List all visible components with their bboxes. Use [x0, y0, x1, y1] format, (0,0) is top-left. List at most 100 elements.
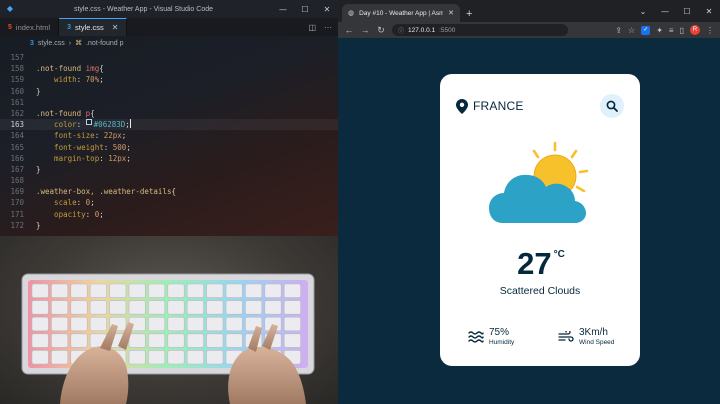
code-line: 158 .not-found img{	[0, 63, 338, 74]
humidity-value: 75%	[489, 327, 510, 338]
keycap	[148, 283, 166, 298]
color-swatch[interactable]	[85, 119, 92, 126]
keycap	[167, 350, 185, 365]
keyboard-photo	[21, 273, 315, 404]
search-button[interactable]	[600, 94, 624, 118]
browser-tab-title: Day #10 - Weather App | AsmrP	[359, 9, 444, 17]
weather-description: Scattered Clouds	[499, 285, 581, 297]
browser-window: ◍ Day #10 - Weather App | AsmrP ✕ + ⌄ — …	[338, 0, 720, 404]
search-box: FRANCE	[456, 94, 624, 118]
keycap	[148, 350, 166, 365]
css-file-icon: 3	[30, 39, 34, 47]
profile-avatar[interactable]: R	[690, 25, 700, 35]
line-number: 166	[10, 153, 24, 163]
vscode-window: ◆ style.css - Weather App - Visual Studi…	[0, 0, 338, 236]
list-icon[interactable]: ≡	[669, 26, 674, 35]
tab-label: index.html	[15, 22, 51, 32]
breadcrumb-file[interactable]: style.css	[38, 40, 65, 47]
weather-card: FRANCE 27 °C Scattered Clouds 75% Humidi…	[440, 74, 640, 366]
split-editor-icon[interactable]: ◫	[308, 23, 316, 32]
vscode-titlebar: ◆ style.css - Weather App - Visual Studi…	[0, 0, 338, 18]
keycap	[70, 283, 88, 298]
puzzle-icon[interactable]: ✦	[656, 26, 663, 35]
tab-style-css[interactable]: 3 style.css ✕	[59, 18, 128, 36]
close-tab-icon[interactable]: ✕	[448, 9, 454, 17]
keycap	[31, 283, 49, 298]
code-line: 171 opacity: 0;	[0, 209, 338, 220]
page-viewport: FRANCE 27 °C Scattered Clouds 75% Humidi…	[338, 38, 720, 404]
keycap	[128, 300, 146, 315]
temperature: 27 °C	[440, 246, 640, 282]
keycap	[128, 283, 146, 298]
code-line: 167}	[0, 164, 338, 175]
keycap	[186, 333, 204, 348]
line-number: 164	[10, 131, 24, 141]
line-number: 163	[10, 120, 24, 130]
reload-icon[interactable]: ↻	[376, 25, 386, 36]
code-editor[interactable]: 157 158 .not-found img{ 159 width: 70%; 1…	[0, 50, 338, 231]
code-line: 160}	[0, 86, 338, 97]
code-line: 159 width: 70%;	[0, 74, 338, 85]
html-file-icon: 5	[8, 23, 12, 31]
search-icon	[606, 100, 618, 112]
keycap	[167, 333, 185, 348]
new-tab-button[interactable]: +	[466, 8, 472, 20]
tab-index-html[interactable]: 5 index.html	[0, 18, 60, 36]
chevron-down-icon[interactable]: ⌄	[632, 7, 654, 16]
humidity-waves-icon	[468, 331, 484, 343]
line-number: 161	[10, 97, 24, 107]
browser-tab[interactable]: ◍ Day #10 - Weather App | AsmrP ✕	[342, 4, 460, 22]
menu-icon[interactable]: ⋮	[706, 26, 714, 35]
keycap	[51, 300, 69, 315]
keycap	[225, 283, 243, 298]
browser-actions: ⇪ ☆ ✓ ✦ ≡ ▯ R ⋮	[615, 25, 714, 35]
vscode-window-title: style.css - Weather App - Visual Studio …	[73, 5, 214, 13]
code-line: 165 font-weight: 500;	[0, 142, 338, 153]
keycap	[51, 350, 69, 365]
maximize-icon[interactable]: ☐	[294, 5, 316, 14]
globe-icon: ◍	[348, 10, 355, 17]
close-icon[interactable]: ✕	[698, 7, 720, 16]
keycap	[206, 300, 224, 315]
wind-detail: 3Km/h Wind Speed	[558, 327, 614, 347]
maximize-icon[interactable]: ☐	[676, 7, 698, 16]
keycap	[109, 283, 127, 298]
minimize-icon[interactable]: —	[272, 5, 294, 14]
address-bar[interactable]: ⓘ 127.0.0.1:5500	[392, 24, 568, 36]
code-line: 169 .weather-box, .weather-details{	[0, 186, 338, 197]
close-tab-icon[interactable]: ✕	[112, 23, 119, 32]
back-icon[interactable]: ←	[344, 25, 354, 35]
sidebar-icon[interactable]: ▯	[680, 26, 684, 35]
star-icon[interactable]: ☆	[628, 26, 635, 35]
keycap	[186, 350, 204, 365]
keycap	[51, 333, 69, 348]
keycap	[206, 350, 224, 365]
more-actions-icon[interactable]: ···	[324, 23, 332, 32]
keycap	[186, 300, 204, 315]
keycap	[148, 300, 166, 315]
browser-tab-strip: ◍ Day #10 - Weather App | AsmrP ✕ + ⌄ — …	[338, 0, 720, 22]
extension-icon[interactable]: ✓	[641, 25, 651, 35]
temperature-value: 27	[517, 246, 552, 281]
breadcrumb-selector[interactable]: .not-found p	[86, 40, 123, 47]
keycap	[206, 333, 224, 348]
line-number: 170	[10, 198, 24, 208]
keycap	[283, 300, 301, 315]
keyboard-webcam-view	[0, 236, 338, 404]
code-line: 168	[0, 175, 338, 186]
minimize-icon[interactable]: —	[654, 7, 676, 16]
keycap	[283, 316, 301, 332]
keycap	[70, 316, 88, 332]
keycap	[225, 316, 243, 332]
line-number: 168	[10, 176, 24, 186]
location-input[interactable]: FRANCE	[473, 99, 524, 113]
share-icon[interactable]: ⇪	[615, 26, 622, 35]
close-icon[interactable]: ✕	[316, 5, 338, 14]
keycap	[186, 316, 204, 332]
wind-icon	[558, 331, 574, 342]
humidity-detail: 75% Humidity	[468, 327, 514, 347]
keycap	[167, 283, 185, 298]
temperature-unit: °C	[553, 249, 565, 260]
forward-icon[interactable]: →	[360, 25, 370, 35]
info-icon[interactable]: ⓘ	[398, 26, 404, 35]
